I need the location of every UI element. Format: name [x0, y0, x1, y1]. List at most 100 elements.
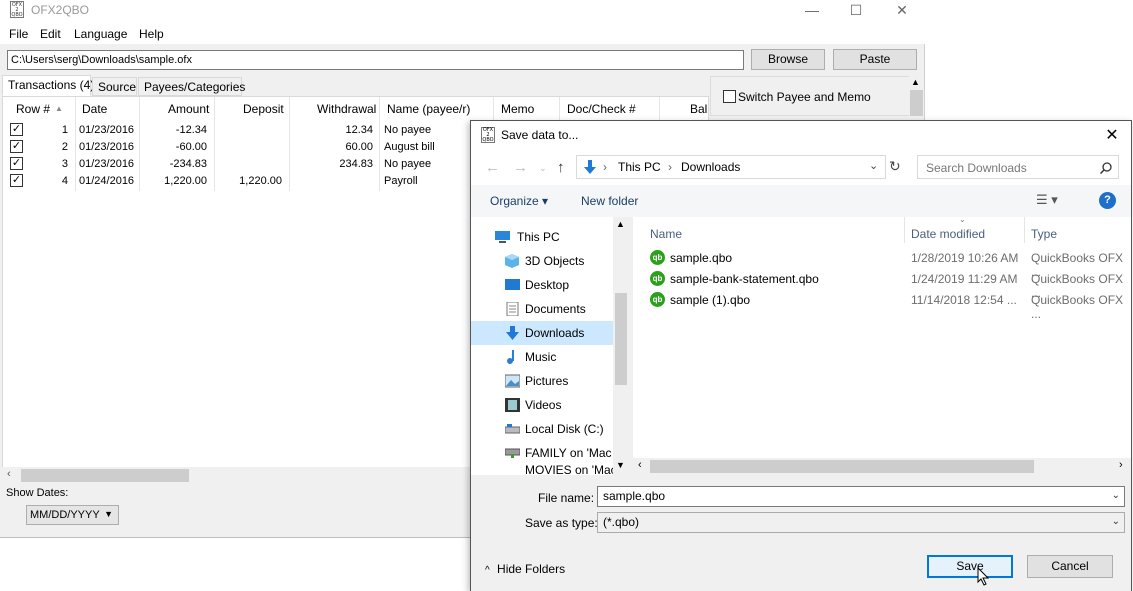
back-arrow-icon[interactable]: ← [485, 159, 500, 176]
chevron-down-icon[interactable]: ⌄ [1112, 516, 1120, 527]
row-withdrawal[interactable]: 12.34 [293, 122, 373, 139]
nav-item-local-disk[interactable]: Local Disk (C:) [471, 417, 613, 441]
tab-payees-categories[interactable]: Payees/Categories [138, 77, 245, 96]
nav-item-3d-objects[interactable]: 3D Objects [471, 249, 613, 273]
row-checkbox[interactable]: ✓ [10, 174, 23, 187]
row-amount[interactable]: -60.00 [143, 139, 207, 156]
file-path-input[interactable]: C:\Users\serg\Downloads\sample.ofx [7, 50, 744, 70]
maximize-button[interactable]: ☐ [833, 0, 879, 22]
file-row[interactable]: qb sample (1).qbo 11/14/2018 12:54 ... Q… [645, 290, 1125, 321]
scroll-thumb[interactable] [615, 293, 627, 385]
scroll-right-icon[interactable]: › [1119, 459, 1123, 471]
hide-folders-button[interactable]: ^ Hide Folders [485, 562, 565, 576]
new-folder-button[interactable]: New folder [581, 194, 638, 208]
row-deposit[interactable] [218, 122, 282, 139]
nav-item-family-mac[interactable]: FAMILY on 'Mac [471, 441, 613, 465]
view-options-icon[interactable]: ☰ ▾ [1036, 192, 1058, 208]
close-button[interactable]: ✕ [879, 0, 925, 22]
col-header-amount[interactable]: Amount [168, 102, 209, 116]
menu-help[interactable]: Help [139, 27, 164, 41]
row-withdrawal[interactable]: 234.83 [293, 156, 373, 173]
chevron-down-icon[interactable]: ⌄ [1112, 490, 1120, 501]
row-amount[interactable]: 1,220.00 [143, 173, 207, 190]
switch-payee-memo-label[interactable]: Switch Payee and Memo [738, 90, 871, 104]
row-date[interactable]: 01/23/2016 [79, 156, 134, 173]
col-header-date-modified[interactable]: Date modified [911, 227, 985, 241]
col-header-row[interactable]: Row # [16, 102, 50, 116]
col-header-name[interactable]: Name (payee/r) [387, 102, 470, 116]
help-icon[interactable]: ? [1099, 192, 1116, 209]
col-header-memo[interactable]: Memo [501, 102, 534, 116]
nav-item-downloads[interactable]: Downloads [471, 321, 613, 345]
minimize-button[interactable]: — [789, 0, 835, 22]
forward-arrow-icon[interactable]: → [513, 159, 528, 176]
switch-payee-memo-checkbox[interactable] [723, 90, 736, 103]
paste-button[interactable]: Paste [833, 49, 917, 70]
cancel-button[interactable]: Cancel [1027, 555, 1113, 578]
col-header-date[interactable]: Date [82, 102, 107, 116]
tab-source[interactable]: Source [92, 77, 137, 96]
col-header-type[interactable]: Type [1031, 227, 1057, 241]
col-header-name[interactable]: Name [650, 227, 682, 241]
nav-item-pictures[interactable]: Pictures [471, 369, 613, 393]
nav-item-videos[interactable]: Videos [471, 393, 613, 417]
row-withdrawal[interactable]: 60.00 [293, 139, 373, 156]
nav-item-music[interactable]: Music [471, 345, 613, 369]
recent-dropdown-icon[interactable]: ⌄ [539, 163, 547, 174]
scroll-left-icon[interactable]: ‹ [7, 468, 11, 480]
tab-transactions[interactable]: Transactions (4) [2, 75, 94, 96]
menu-language[interactable]: Language [74, 27, 127, 41]
row-withdrawal[interactable] [293, 173, 373, 190]
row-date[interactable]: 01/23/2016 [79, 139, 134, 156]
row-checkbox[interactable]: ✓ [10, 123, 23, 136]
nav-item-documents[interactable]: Documents [471, 297, 613, 321]
row-payee[interactable]: August bill [384, 139, 435, 156]
scroll-thumb[interactable] [650, 460, 1034, 473]
up-arrow-icon[interactable]: ↑ [557, 159, 565, 176]
row-checkbox[interactable]: ✓ [10, 157, 23, 170]
file-pane-horizontal-scrollbar[interactable]: ‹ › [633, 458, 1131, 475]
organize-button[interactable]: Organize ▾ [490, 194, 548, 208]
row-date[interactable]: 01/24/2016 [79, 173, 134, 190]
nav-item-desktop[interactable]: Desktop [471, 273, 613, 297]
col-header-withdrawal[interactable]: Withdrawal [317, 102, 376, 116]
breadcrumb-downloads[interactable]: Downloads [681, 160, 740, 174]
search-input[interactable]: Search Downloads [917, 155, 1119, 179]
nav-item-movies-mac[interactable]: MOVIES on 'Mac [471, 465, 613, 475]
address-bar[interactable]: › This PC › Downloads ⌄ [576, 155, 886, 179]
scroll-thumb[interactable] [21, 469, 189, 482]
scroll-down-icon[interactable]: ▼ [616, 460, 625, 470]
file-row[interactable]: qb sample.qbo 1/28/2019 10:26 AM QuickBo… [645, 248, 1125, 279]
row-amount[interactable]: -12.34 [143, 122, 207, 139]
breadcrumb-this-pc[interactable]: This PC [618, 160, 661, 174]
scroll-up-icon[interactable]: ▲ [616, 219, 625, 229]
row-payee[interactable]: Payroll [384, 173, 418, 190]
browse-button[interactable]: Browse [751, 49, 825, 70]
row-payee[interactable]: No payee [384, 122, 431, 139]
row-deposit[interactable] [218, 139, 282, 156]
address-dropdown-icon[interactable]: ⌄ [869, 159, 878, 172]
row-amount[interactable]: -234.83 [143, 156, 207, 173]
scroll-thumb[interactable] [910, 90, 923, 116]
file-name-input[interactable]: sample.qbo ⌄ [597, 486, 1125, 507]
menu-file[interactable]: File [9, 27, 28, 41]
scroll-up-icon[interactable]: ▲ [911, 77, 920, 87]
dialog-close-icon[interactable]: ✕ [1101, 125, 1123, 145]
menu-edit[interactable]: Edit [40, 27, 61, 41]
col-header-balance[interactable]: Bal [690, 102, 707, 116]
nav-item-this-pc[interactable]: This PC [471, 225, 613, 249]
row-date[interactable]: 01/23/2016 [79, 122, 134, 139]
save-button[interactable]: Save [927, 555, 1013, 578]
save-type-select[interactable]: (*.qbo) ⌄ [597, 512, 1125, 533]
row-deposit[interactable] [218, 156, 282, 173]
row-checkbox[interactable]: ✓ [10, 140, 23, 153]
row-payee[interactable]: No payee [384, 156, 431, 173]
row-deposit[interactable]: 1,220.00 [218, 173, 282, 190]
refresh-icon[interactable]: ↻ [889, 158, 901, 175]
options-scrollbar[interactable]: ▲ [909, 76, 924, 116]
file-row[interactable]: qb sample-bank-statement.qbo 1/24/2019 1… [645, 269, 1125, 300]
col-header-doc-check[interactable]: Doc/Check # [567, 102, 636, 116]
scroll-left-icon[interactable]: ‹ [638, 459, 642, 471]
col-header-deposit[interactable]: Deposit [243, 102, 284, 116]
nav-pane-scrollbar[interactable]: ▲ ▼ [613, 217, 629, 475]
